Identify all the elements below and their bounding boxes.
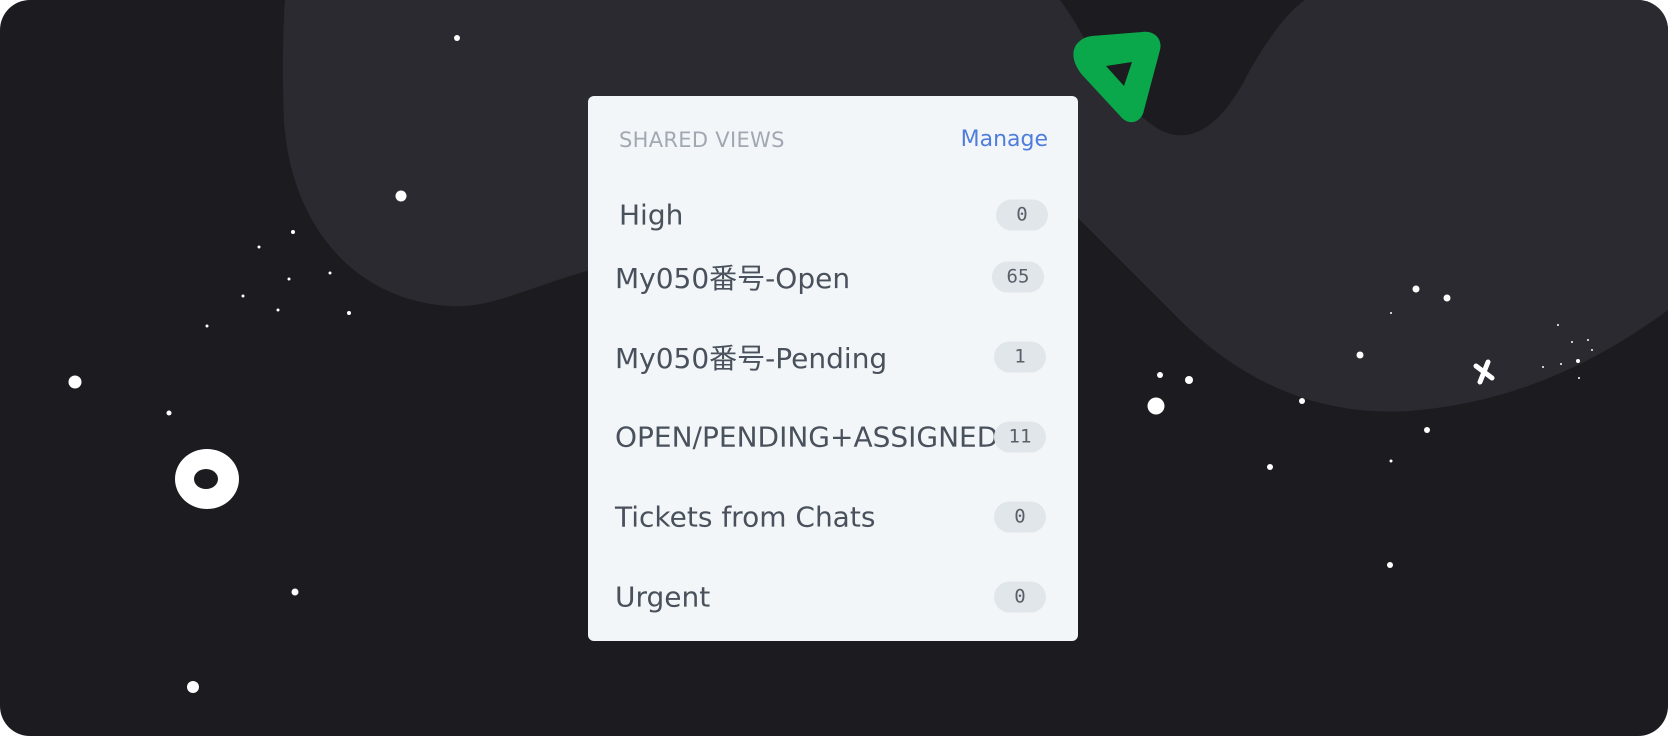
view-item-label: Urgent: [615, 580, 711, 614]
manage-link[interactable]: Manage: [961, 127, 1048, 152]
view-item-label: High: [619, 198, 684, 232]
view-item-count-badge: 0: [996, 199, 1048, 231]
view-item-label: My050番号-Open: [615, 262, 851, 295]
white-ring-icon: [175, 449, 239, 509]
view-item-label: My050番号-Pending: [615, 342, 888, 375]
shared-views-header: SHARED VIEWS Manage: [588, 96, 1078, 186]
view-item-high[interactable]: High 0: [588, 185, 1078, 245]
view-item-count-badge: 11: [994, 421, 1046, 453]
view-item-label: Tickets from Chats: [615, 500, 876, 534]
shared-views-panel: SHARED VIEWS Manage High 0 My050番号-Open …: [588, 96, 1078, 641]
view-item-open-pending-assigned[interactable]: OPEN/PENDING+ASSIGNED 11: [588, 407, 1078, 467]
view-item-my050-open[interactable]: My050番号-Open 65: [588, 247, 1078, 307]
view-item-my050-pending[interactable]: My050番号-Pending 1: [588, 327, 1078, 387]
view-item-urgent[interactable]: Urgent 0: [588, 567, 1078, 627]
view-item-label: OPEN/PENDING+ASSIGNED: [615, 420, 999, 454]
illustration-canvas: SHARED VIEWS Manage High 0 My050番号-Open …: [0, 0, 1668, 736]
view-item-count-badge: 1: [994, 341, 1046, 373]
view-item-count-badge: 0: [994, 581, 1046, 613]
view-item-count-badge: 65: [992, 261, 1044, 293]
view-item-count-badge: 0: [994, 501, 1046, 533]
shared-views-title: SHARED VIEWS: [619, 128, 785, 152]
view-item-tickets-from-chats[interactable]: Tickets from Chats 0: [588, 487, 1078, 547]
